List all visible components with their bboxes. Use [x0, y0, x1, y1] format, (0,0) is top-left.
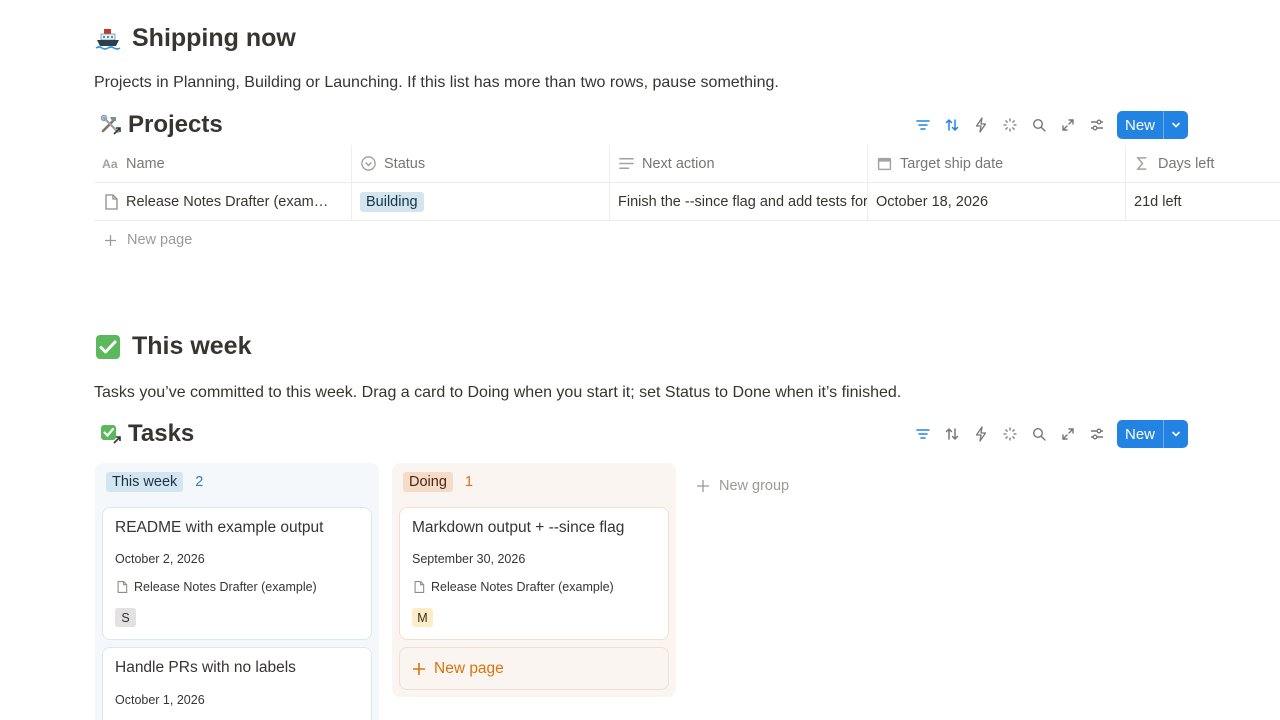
column-header-target-ship-date[interactable]: Target ship date	[868, 145, 1126, 182]
hammer-wrench-icon	[98, 112, 124, 138]
column-label: Next action	[642, 155, 715, 172]
new-page-card-button[interactable]: New page	[399, 647, 669, 690]
search-icon[interactable]	[1024, 420, 1053, 448]
sort-icon[interactable]	[937, 420, 966, 448]
automation-bolt-icon[interactable]	[966, 420, 995, 448]
size-badge: S	[115, 608, 136, 627]
new-page-row[interactable]: New page	[94, 221, 1280, 259]
card-project-relation[interactable]: Release Notes Drafter (example)	[115, 580, 317, 594]
cell-days-left[interactable]: 21d left	[1126, 183, 1280, 220]
cell-target-ship-date[interactable]: October 18, 2026	[868, 183, 1126, 220]
card-project-relation[interactable]: Release Notes Drafter (example)	[412, 580, 614, 594]
projects-table: Aa Name Status Next action Target ship d…	[94, 145, 1280, 259]
column-header[interactable]: This week 2	[106, 472, 203, 492]
column-header-days-left[interactable]: Days left	[1126, 145, 1280, 182]
checkbox-linked-icon	[98, 421, 124, 447]
new-page-label: New page	[434, 659, 504, 677]
task-card[interactable]: Markdown output + --since flag September…	[399, 507, 669, 640]
relation-label: Release Notes Drafter (example)	[134, 580, 317, 594]
shipping-description: Projects in Planning, Building or Launch…	[94, 74, 779, 91]
card-title: Handle PRs with no labels	[115, 659, 296, 676]
automation-bolt-icon[interactable]	[966, 111, 995, 139]
status-icon	[361, 156, 376, 171]
card-date: September 30, 2026	[412, 552, 526, 566]
this-week-description: Tasks you’ve committed to this week. Dra…	[94, 384, 902, 401]
settings-sliders-icon[interactable]	[1082, 420, 1111, 448]
new-button-label: New	[1125, 425, 1156, 443]
board-column-doing: Doing 1 Markdown output + --since flag S…	[392, 463, 676, 697]
expand-icon[interactable]	[1053, 111, 1082, 139]
cell-status[interactable]: Building	[352, 183, 610, 220]
task-card[interactable]: README with example output October 2, 20…	[102, 507, 372, 640]
card-date: October 2, 2026	[115, 552, 205, 566]
text-lines-icon	[619, 158, 634, 169]
magic-sparkle-icon[interactable]	[995, 111, 1024, 139]
column-label: Name	[126, 155, 165, 172]
new-group-button[interactable]: New group	[696, 478, 789, 494]
plus-icon	[105, 234, 116, 246]
group-count: 1	[464, 474, 473, 490]
column-header[interactable]: Doing 1	[403, 472, 473, 492]
tasks-title: Tasks	[128, 420, 195, 447]
formula-sigma-icon	[1136, 157, 1147, 170]
sort-icon[interactable]	[937, 111, 966, 139]
size-badge: M	[412, 608, 433, 627]
task-card[interactable]: Handle PRs with no labels October 1, 202…	[102, 647, 372, 720]
card-title: README with example output	[115, 519, 324, 536]
cell-next-action[interactable]: Finish the --since flag and add tests fo…	[610, 183, 868, 220]
cell-name[interactable]: Release Notes Drafter (exam…	[94, 183, 352, 220]
new-page-label: New page	[127, 232, 193, 248]
magic-sparkle-icon[interactable]	[995, 420, 1024, 448]
plus-icon	[697, 480, 709, 492]
section-heading-shipping: Shipping now	[94, 24, 296, 53]
filter-icon[interactable]	[908, 111, 937, 139]
tasks-toolbar: New	[908, 420, 1188, 448]
check-mark-button-icon	[94, 333, 122, 361]
row-name: Release Notes Drafter (exam…	[126, 193, 329, 210]
projects-title: Projects	[128, 111, 223, 138]
card-date: October 1, 2026	[115, 693, 205, 707]
expand-icon[interactable]	[1053, 420, 1082, 448]
section-heading-this-week: This week	[94, 332, 252, 361]
projects-toolbar: New	[908, 111, 1188, 139]
chevron-down-icon[interactable]	[1164, 428, 1188, 440]
column-label: Target ship date	[900, 155, 1004, 172]
new-group-label: New group	[719, 478, 790, 494]
page-icon	[105, 193, 118, 210]
settings-sliders-icon[interactable]	[1082, 111, 1111, 139]
column-header-status[interactable]: Status	[352, 145, 610, 182]
title-aa-icon: Aa	[102, 157, 118, 171]
column-label: Days left	[1158, 155, 1215, 172]
svg-text:Aa: Aa	[102, 157, 118, 171]
column-header-next-action[interactable]: Next action	[610, 145, 868, 182]
plus-icon	[413, 662, 425, 675]
group-label-doing: Doing	[403, 472, 453, 492]
this-week-title: This week	[132, 332, 252, 360]
filter-icon[interactable]	[908, 420, 937, 448]
tasks-new-button[interactable]: New	[1117, 420, 1188, 448]
search-icon[interactable]	[1024, 111, 1053, 139]
column-label: Status	[384, 155, 426, 172]
shipping-title: Shipping now	[132, 24, 296, 52]
relation-label: Release Notes Drafter (example)	[431, 580, 614, 594]
tasks-db-title[interactable]: Tasks	[98, 420, 194, 448]
projects-new-button[interactable]: New	[1117, 111, 1188, 139]
ship-icon	[94, 25, 122, 53]
page-icon	[414, 581, 425, 593]
new-button-label: New	[1125, 116, 1156, 134]
page-icon	[117, 581, 128, 593]
board-column-this-week: This week 2 README with example output O…	[95, 463, 379, 720]
table-header: Aa Name Status Next action Target ship d…	[94, 145, 1280, 183]
column-header-name[interactable]: Aa Name	[94, 145, 352, 182]
table-row[interactable]: Release Notes Drafter (exam… Building Fi…	[94, 183, 1280, 221]
group-label-this-week: This week	[106, 472, 184, 492]
calendar-icon	[877, 157, 892, 171]
projects-db-title[interactable]: Projects	[98, 111, 223, 139]
chevron-down-icon[interactable]	[1164, 119, 1188, 131]
group-count: 2	[195, 474, 204, 490]
card-title: Markdown output + --since flag	[412, 519, 625, 536]
status-badge: Building	[360, 191, 424, 212]
